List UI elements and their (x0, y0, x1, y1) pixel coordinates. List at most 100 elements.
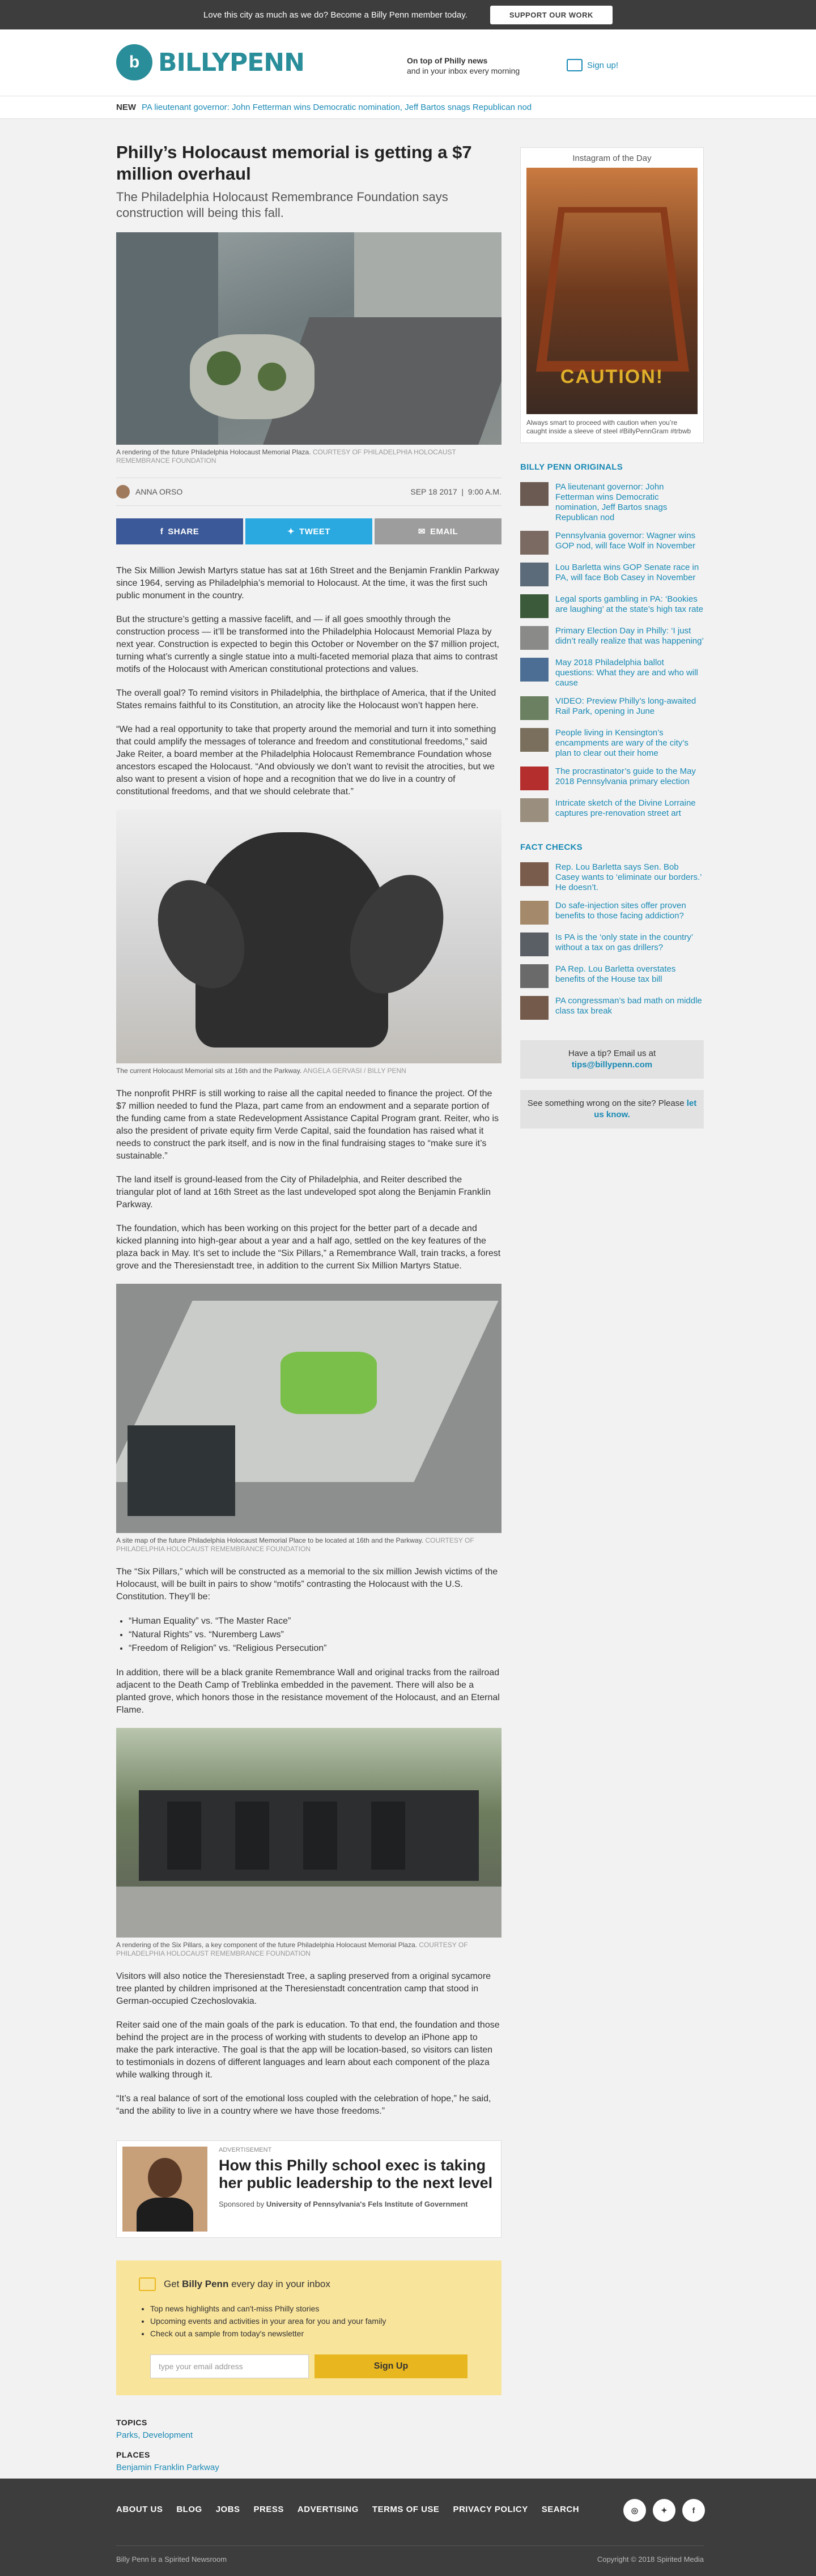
email-share-button[interactable]: ✉ EMAIL (375, 518, 502, 544)
paragraph: The foundation, which has been working o… (116, 1224, 501, 1271)
author[interactable]: ANNA ORSO (116, 485, 182, 499)
signup-box-title: Get Billy Penn every day in your inbox (164, 2279, 330, 2290)
list-item-title: Primary Election Day in Philly: ‘I just … (555, 626, 704, 646)
list-item[interactable]: PA congressman’s bad math on middle clas… (520, 996, 704, 1020)
support-button[interactable]: SUPPORT OUR WORK (490, 5, 613, 24)
list-item-title: The procrastinator’s guide to the May 20… (555, 767, 696, 786)
list-item[interactable]: Legal sports gambling in PA: ‘Bookies ar… (520, 594, 704, 618)
six-pillars-image (116, 1728, 502, 1938)
signup-title-pre: Get (164, 2279, 180, 2289)
list-item-title: PA lieutenant governor: John Fetterman w… (555, 482, 668, 522)
motif-item: “Human Equality” vs. “The Master Race” (129, 1615, 502, 1628)
email-input[interactable]: type your email address (150, 2354, 309, 2378)
paragraph: The Six Million Jewish Martyrs statue ha… (116, 566, 499, 601)
logo-mark: b (116, 44, 152, 80)
motif-list: “Human Equality” vs. “The Master Race” “… (129, 1615, 502, 1655)
twitter-icon[interactable]: ✦ (653, 2499, 675, 2522)
share-bar: f SHARE ✦ TWEET ✉ EMAIL (116, 518, 502, 544)
signup-benefit: Upcoming events and activities in your a… (150, 2315, 479, 2327)
instagram-icon[interactable]: ◎ (623, 2499, 646, 2522)
topics-links[interactable]: Parks, Development (116, 2430, 502, 2440)
site-header: b BILLYPENN On top of Philly news and in… (0, 29, 816, 96)
signup-benefit: Top news highlights and can't-miss Phill… (150, 2302, 479, 2315)
list-item[interactable]: People living in Kensington’s encampment… (520, 728, 704, 759)
newsletter-promo: On top of Philly news and in your inbox … (407, 56, 520, 76)
publish-date: SEP 18 2017 (410, 487, 457, 496)
signup-title-post: every day in your inbox (231, 2279, 330, 2289)
thumbnail (520, 901, 549, 925)
footer-link-jobs[interactable]: JOBS (216, 2505, 240, 2514)
facebook-share-button[interactable]: f SHARE (116, 518, 243, 544)
paragraph: Reiter said one of the main goals of the… (116, 2020, 500, 2080)
list-item-title: Legal sports gambling in PA: ‘Bookies ar… (555, 594, 704, 614)
list-item-title: Intricate sketch of the Divine Lorraine … (555, 798, 696, 818)
list-item[interactable]: Rep. Lou Barletta says Sen. Bob Casey wa… (520, 862, 704, 893)
email-icon: ✉ (418, 527, 426, 537)
twitter-share-button[interactable]: ✦ TWEET (245, 518, 372, 544)
factchecks-heading: FACT CHECKS (520, 842, 583, 852)
places-label: PLACES (116, 2450, 150, 2459)
report-error-text: See something wrong on the site? Please (527, 1098, 685, 1108)
list-item[interactable]: Do safe-injection sites offer proven ben… (520, 901, 704, 925)
site-map-caption-text: A site map of the future Philadelphia Ho… (116, 1536, 424, 1544)
thumbnail (520, 696, 549, 720)
statue-image (116, 810, 502, 1063)
list-item[interactable]: Primary Election Day in Philly: ‘I just … (520, 626, 704, 650)
paragraph: The nonprofit PHRF is still working to r… (116, 1089, 499, 1161)
site-map-caption: A site map of the future Philadelphia Ho… (116, 1536, 502, 1553)
list-item[interactable]: VIDEO: Preview Philly’s long-awaited Rai… (520, 696, 704, 720)
instagram-photo[interactable]: CAUTION! (526, 168, 698, 414)
footer-link-search[interactable]: SEARCH (542, 2505, 579, 2514)
signup-form: type your email address Sign Up (139, 2354, 479, 2378)
footer-brand-line: Billy Penn is a Spirited Newsroom (116, 2555, 227, 2564)
list-item-title: May 2018 Philadelphia ballot questions: … (555, 658, 698, 688)
tip-email-link[interactable]: tips@billypenn.com (572, 1060, 652, 1070)
newsletter-signup-box: Get Billy Penn every day in your inbox T… (116, 2260, 502, 2395)
footer-link-terms[interactable]: TERMS OF USE (372, 2505, 440, 2514)
ad-headline: How this Philly school exec is taking he… (219, 2157, 493, 2191)
breaking-news-link[interactable]: PA lieutenant governor: John Fetterman w… (142, 103, 532, 112)
footer-bottom: Billy Penn is a Spirited Newsroom Copyri… (116, 2545, 704, 2564)
footer-link-advertising[interactable]: ADVERTISING (298, 2505, 359, 2514)
ad-label: ADVERTISEMENT (219, 2147, 272, 2153)
six-pillars-caption: A rendering of the Six Pillars, a key co… (116, 1941, 502, 1958)
thumbnail (520, 862, 549, 886)
footer-link-blog[interactable]: BLOG (176, 2505, 202, 2514)
six-pillars-caption-text: A rendering of the Six Pillars, a key co… (116, 1941, 417, 1949)
membership-bar: Love this city as much as we do? Become … (0, 0, 816, 29)
signup-label: Sign up! (587, 60, 619, 70)
signup-submit-button[interactable]: Sign Up (314, 2354, 468, 2378)
footer-link-about[interactable]: ABOUT US (116, 2505, 163, 2514)
list-item[interactable]: Lou Barletta wins GOP Senate race in PA,… (520, 563, 704, 586)
list-item[interactable]: Pennsylvania governor: Wagner wins GOP n… (520, 531, 704, 555)
list-item-title: PA congressman’s bad math on middle clas… (555, 996, 702, 1016)
publish-time: 9:00 A.M. (468, 487, 502, 496)
tip-text: Have a tip? Email us at (568, 1049, 656, 1058)
new-label: NEW (116, 103, 136, 112)
list-item[interactable]: Intricate sketch of the Divine Lorraine … (520, 798, 704, 822)
list-item-title: PA Rep. Lou Barletta overstates benefits… (555, 964, 676, 984)
site-logo[interactable]: b BILLYPENN (116, 44, 305, 80)
facebook-icon[interactable]: f (682, 2499, 705, 2522)
sponsored-ad[interactable]: ADVERTISEMENT How this Philly school exe… (116, 2140, 502, 2238)
places-link[interactable]: Benjamin Franklin Parkway (116, 2463, 502, 2472)
signup-link[interactable]: Sign up! (567, 59, 618, 71)
thumbnail (520, 531, 549, 555)
footer-link-press[interactable]: PRESS (254, 2505, 284, 2514)
list-item[interactable]: The procrastinator’s guide to the May 20… (520, 767, 704, 790)
list-item[interactable]: PA lieutenant governor: John Fetterman w… (520, 482, 704, 523)
signup-benefit[interactable]: Check out a sample from today's newslett… (150, 2327, 479, 2340)
footer-link-privacy[interactable]: PRIVACY POLICY (453, 2505, 528, 2514)
list-item[interactable]: Is PA is the ‘only state in the country’… (520, 933, 704, 956)
list-item[interactable]: May 2018 Philadelphia ballot questions: … (520, 658, 704, 688)
list-item[interactable]: PA Rep. Lou Barletta overstates benefits… (520, 964, 704, 988)
list-item-title: Lou Barletta wins GOP Senate race in PA,… (555, 563, 699, 582)
envelope-icon (139, 2277, 156, 2291)
author-name: ANNA ORSO (135, 487, 183, 496)
report-error-box: See something wrong on the site? Please … (520, 1090, 704, 1129)
list-item-title: Rep. Lou Barletta says Sen. Bob Casey wa… (555, 862, 702, 892)
article-title: Philly’s Holocaust memorial is getting a… (116, 142, 472, 184)
sidebar: Instagram of the Day CAUTION! Always sma… (520, 147, 704, 1140)
facebook-icon: f (160, 526, 164, 537)
statue-caption: The current Holocaust Memorial sits at 1… (116, 1067, 502, 1075)
